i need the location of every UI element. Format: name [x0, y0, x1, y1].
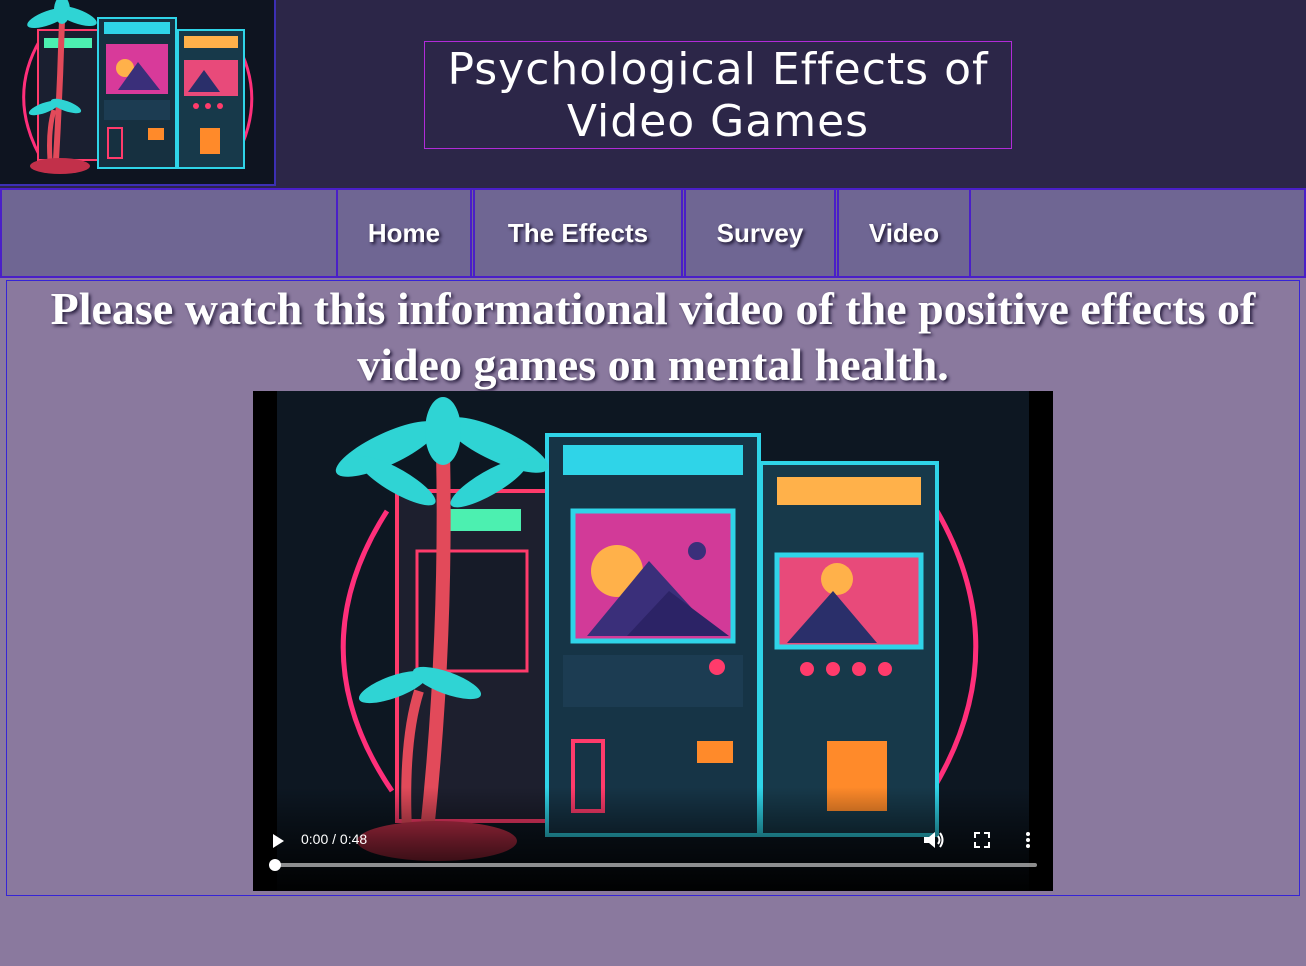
site-title-line-2: Video Games — [566, 96, 870, 147]
nav-the-effects-link[interactable]: The Effects — [473, 188, 683, 278]
nav-video-link[interactable]: Video — [837, 188, 971, 278]
video-progress-bar[interactable] — [269, 859, 1037, 871]
site-title-line-1: Psychological Effects of — [447, 44, 989, 95]
site-title: Psychological Effects of Video Games — [424, 41, 1012, 149]
play-icon[interactable] — [271, 833, 285, 849]
site-header: Psychological Effects of Video Games — [0, 0, 1306, 188]
fullscreen-icon[interactable] — [973, 831, 991, 849]
logo-image — [0, 0, 276, 186]
nav-home-link[interactable]: Home — [336, 188, 472, 278]
video-heading: Please watch this informational video of… — [50, 283, 1256, 390]
more-options-icon[interactable] — [1023, 831, 1033, 849]
video-controls-bar: 0:00 / 0:48 — [253, 787, 1053, 891]
volume-icon[interactable] — [923, 830, 945, 850]
video-player[interactable]: 0:00 / 0:48 — [253, 391, 1053, 891]
video-time-display: 0:00 / 0:48 — [301, 831, 368, 847]
video-progress-thumb[interactable] — [269, 859, 281, 871]
nav-survey-link[interactable]: Survey — [684, 188, 836, 278]
main-navigation: Home The Effects Survey Video — [0, 188, 1306, 278]
